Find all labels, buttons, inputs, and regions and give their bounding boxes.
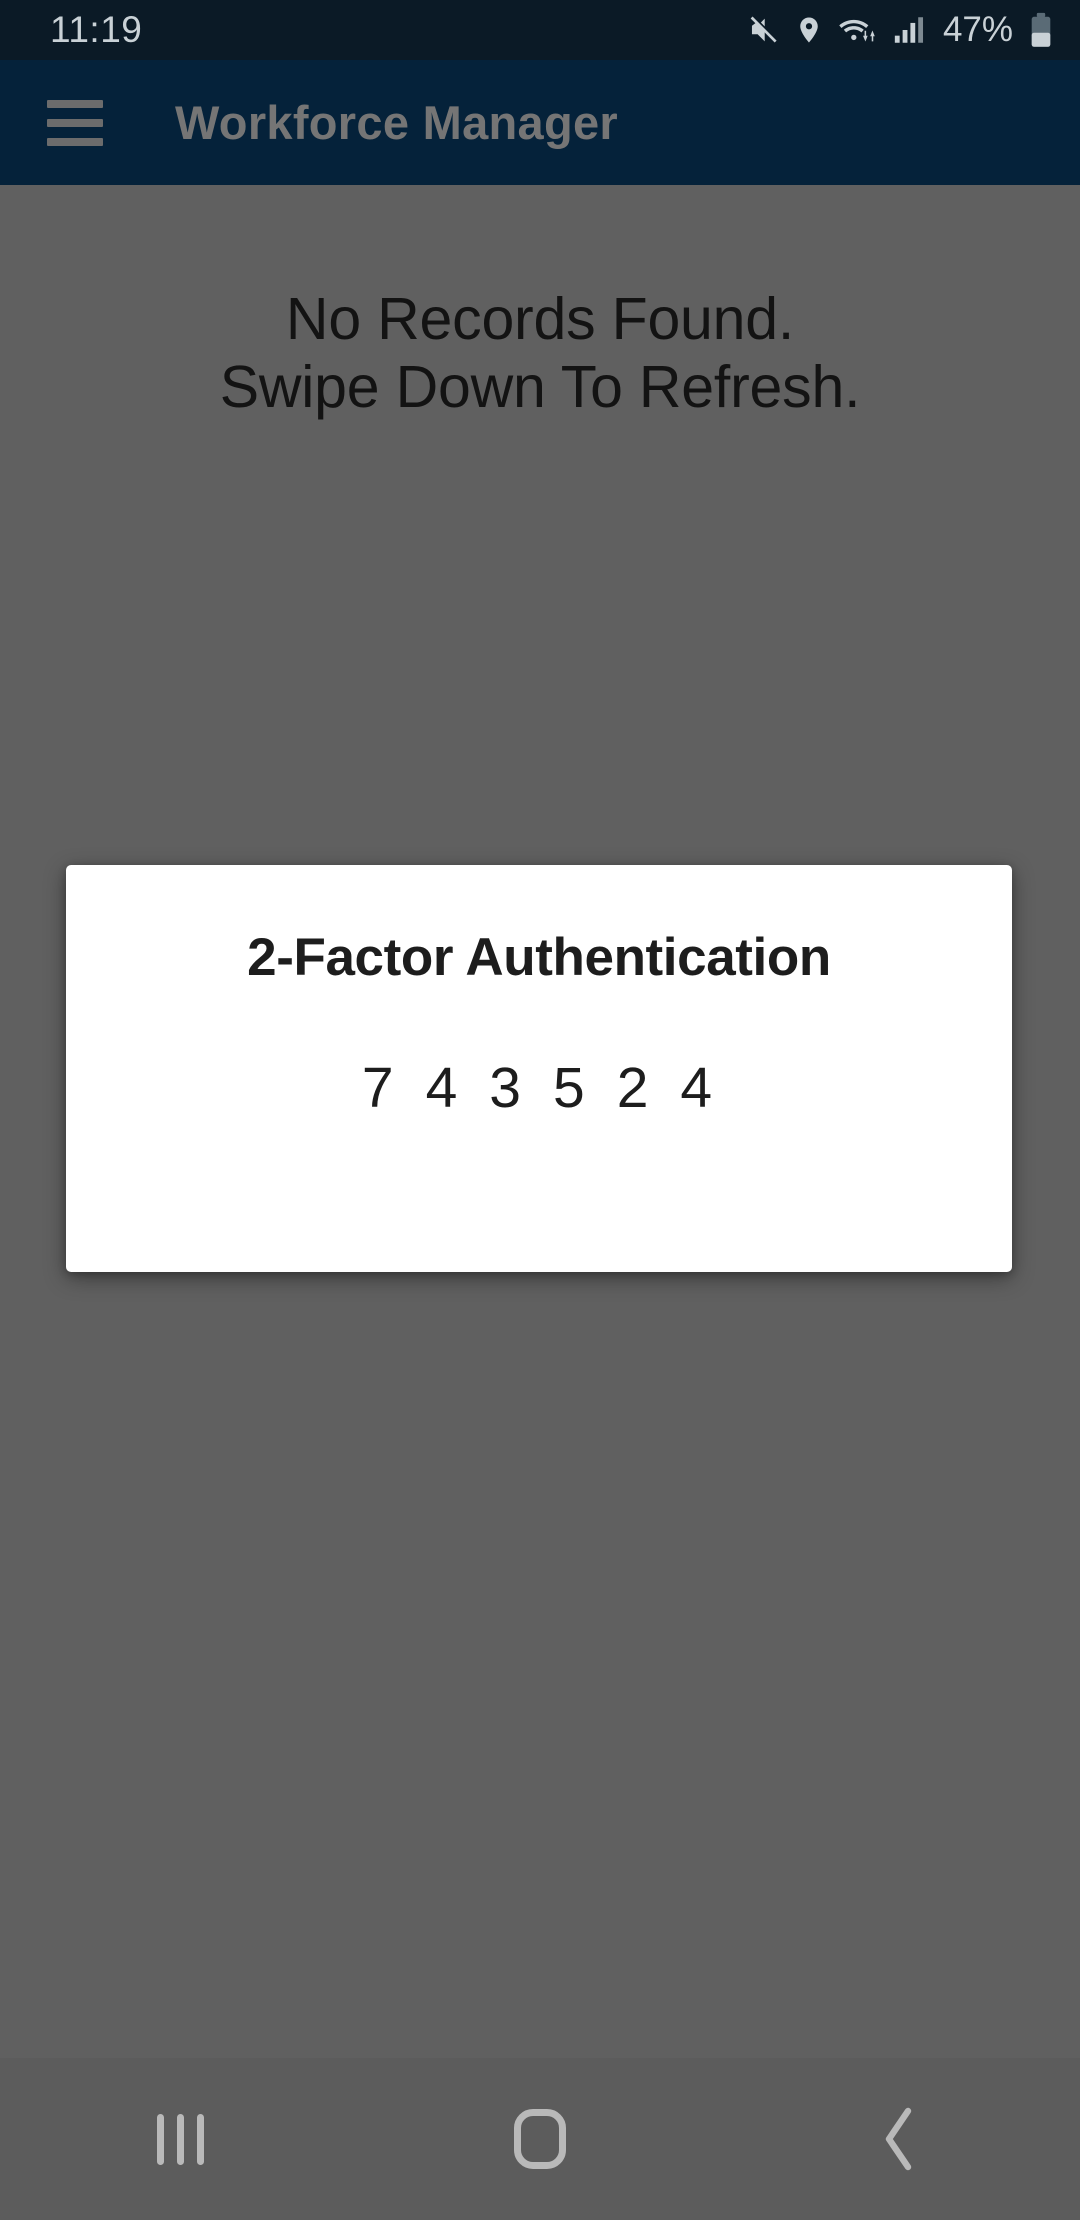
app-bar-title: Workforce Manager (175, 96, 619, 149)
recents-bar-2 (176, 2113, 184, 2165)
wifi-icon (837, 13, 879, 47)
chevron-left-icon (876, 2105, 924, 2173)
hamburger-line-1 (47, 99, 103, 108)
mute-icon (747, 13, 781, 47)
app-bar: Workforce Manager (0, 60, 1080, 185)
dialog-code: 743524 (66, 1055, 1012, 1121)
recents-bar-1 (156, 2113, 164, 2165)
home-button[interactable] (430, 2058, 650, 2220)
status-bar: 11:19 47% (0, 0, 1080, 60)
main-content: No Records Found. Swipe Down To Refresh.… (0, 185, 1080, 2058)
empty-state-line-1: No Records Found. (285, 286, 795, 352)
phone-screen: 11:19 47% Workforce Manager No Records F… (0, 0, 1080, 2220)
cellular-signal-icon (892, 13, 926, 47)
empty-state-line-2: Swipe Down To Refresh. (219, 354, 861, 421)
dialog-title: 2-Factor Authentication (247, 928, 831, 987)
code-digit-2: 4 (425, 1056, 462, 1120)
hamburger-menu-icon[interactable] (47, 99, 103, 146)
battery-icon (1028, 12, 1054, 48)
recents-bar-3 (196, 2113, 204, 2165)
code-digit-1: 7 (361, 1056, 398, 1120)
code-digit-3: 3 (489, 1056, 525, 1120)
empty-state-message: No Records Found. Swipe Down To Refresh. (0, 285, 1080, 422)
code-digit-6: 4 (680, 1056, 717, 1120)
status-bar-icons: 47% (747, 0, 1054, 60)
back-button[interactable] (790, 2058, 1010, 2220)
android-navigation-bar (0, 2058, 1080, 2220)
code-digit-5: 2 (616, 1056, 653, 1120)
two-factor-authentication-dialog: 2-Factor Authentication 743524 (66, 865, 1012, 1272)
code-digit-4: 5 (553, 1056, 589, 1120)
home-icon (514, 2109, 566, 2169)
hamburger-line-3 (47, 137, 103, 146)
hamburger-line-2 (47, 118, 103, 127)
recents-button[interactable] (70, 2058, 290, 2220)
battery-percent-label: 47% (942, 10, 1013, 49)
recents-icon (156, 2113, 204, 2165)
location-pin-icon (794, 13, 824, 47)
status-bar-clock: 11:19 (50, 9, 143, 50)
